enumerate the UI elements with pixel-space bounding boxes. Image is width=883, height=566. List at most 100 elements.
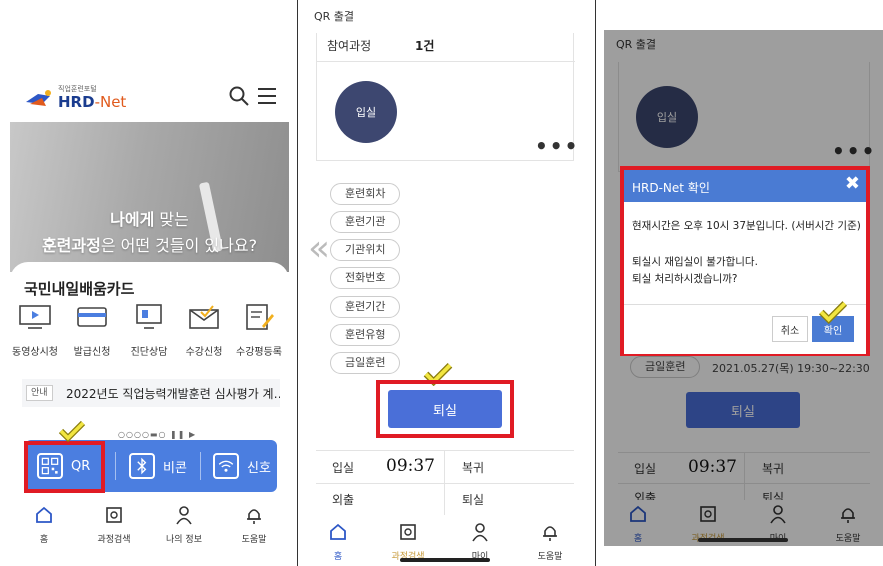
tab-course-search[interactable]: 과정검색: [378, 522, 438, 562]
tab-help[interactable]: 도움말: [520, 522, 580, 562]
beacon-button[interactable]: 비콘: [129, 452, 187, 480]
dialog-header: HRD-Net 확인 ✖: [624, 170, 866, 202]
menu-label: 수강신청: [185, 347, 223, 358]
divider: [115, 452, 116, 480]
dialog-warning-text: 퇴실시 재입실이 불가합니다.: [632, 256, 758, 268]
home-indicator: [698, 538, 788, 542]
card-icon: [77, 307, 107, 327]
tab-label: 과정검색: [97, 535, 131, 545]
search-icon[interactable]: [228, 85, 250, 107]
bluetooth-icon: [129, 453, 155, 479]
more-options-icon[interactable]: •••: [535, 136, 579, 156]
participation-label: 참여과정: [327, 39, 372, 53]
bell-icon: [543, 526, 557, 541]
tab-home[interactable]: 홈: [14, 505, 74, 545]
menu-label: 수강평등록: [236, 347, 282, 358]
cancel-button[interactable]: 취소: [772, 316, 808, 342]
checkin-status-circle: 입실: [335, 81, 397, 143]
checkout-label: 퇴실: [462, 493, 485, 507]
bottom-tab-bar: 홈 과정검색 나의 정보 도움말: [0, 505, 297, 555]
menu-card-apply[interactable]: 발급신청: [63, 302, 121, 358]
app-home-screen: 직업훈련포털 HRD-Net 나에게 맞는 훈련과정은 어떤 것들이 있나요? …: [0, 0, 297, 566]
menu-review[interactable]: 수강평등록: [230, 302, 288, 358]
return-label: 복귀: [462, 461, 485, 475]
pager-dots: ○○○○▬○: [118, 430, 167, 439]
info-pill: 전화번호: [330, 267, 401, 289]
tab-label: 나의 정보: [166, 535, 202, 545]
beacon-label: 비콘: [163, 460, 187, 476]
signal-label: 신호: [247, 460, 271, 476]
notice-tag: 안내: [26, 385, 53, 401]
checkin-label: 입실: [332, 461, 355, 475]
tab-course-search[interactable]: 과정검색: [84, 505, 144, 545]
search-doc-icon: [400, 524, 416, 540]
card-title: 국민내일배움카드: [24, 280, 135, 298]
info-pill: 훈련회차: [330, 183, 401, 205]
home-icon: [36, 506, 52, 523]
hero-banner[interactable]: 나에게 맞는 훈련과정은 어떤 것들이 있나요?: [10, 122, 289, 272]
mail-check-icon: [189, 305, 219, 329]
tab-home[interactable]: 홈: [308, 522, 368, 562]
checkmark-icon: [818, 301, 848, 324]
hero-text-line1: 나에게 맞는: [110, 210, 189, 229]
tab-label: 도움말: [241, 535, 267, 545]
tab-label: 홈: [333, 552, 343, 562]
tab-label: 홈: [39, 535, 49, 545]
wifi-icon: [213, 453, 239, 479]
home-indicator: [400, 558, 490, 562]
checkin-time: 09:37: [386, 456, 435, 476]
screenshot-frame: 직업훈련포털 HRD-Net 나에게 맞는 훈련과정은 어떤 것들이 있나요? …: [0, 0, 883, 566]
edit-icon: [246, 304, 274, 330]
menu-label: 진단상담: [130, 347, 168, 358]
dialog-question-text: 퇴실 처리하시겠습니까?: [632, 273, 738, 285]
carousel-pager[interactable]: ○○○○▬○ ❚❚ ▶: [118, 430, 196, 439]
course-summary-box: 참여과정 1건 입실 •••: [316, 33, 577, 161]
checkout-confirm-screen: QR 출결 입실 ••• 금일훈련 2021.05.27(목) 19:30~22…: [604, 0, 883, 566]
search-doc-icon: [106, 507, 122, 523]
tab-help[interactable]: 도움말: [224, 505, 284, 545]
notice-banner[interactable]: 안내 2022년도 직업능력개발훈련 심사평가 계…: [22, 379, 280, 407]
play-icon[interactable]: ▶: [189, 430, 196, 439]
pause-icon[interactable]: ❚❚: [170, 430, 185, 439]
person-icon: [176, 506, 192, 525]
outing-label: 외출: [332, 493, 355, 507]
close-icon[interactable]: ✖: [845, 173, 860, 194]
logo-name: HRD-Net: [58, 93, 127, 111]
hrd-net-logo[interactable]: 직업훈련포털 HRD-Net: [24, 84, 144, 112]
monitor-icon: [136, 304, 162, 329]
home-icon: [330, 523, 346, 540]
info-pill: 훈련기관: [330, 211, 401, 233]
panel-separator: [595, 0, 596, 566]
signal-button[interactable]: 신호: [213, 452, 271, 480]
chevron-left-icon[interactable]: «: [308, 228, 330, 269]
bell-icon: [247, 509, 261, 524]
tab-label: 도움말: [537, 552, 563, 562]
checkout-button[interactable]: 퇴실: [388, 390, 502, 428]
tab-my[interactable]: 마이: [450, 522, 510, 562]
checkmark-icon: [58, 420, 86, 442]
info-pill: 금일훈련: [330, 352, 401, 374]
qr-attendance-screen: QR 출결 참여과정 1건 입실 ••• « 훈련회차 훈련기관 기관위치 전화…: [298, 0, 595, 566]
menu-label: 발급신청: [73, 347, 111, 358]
person-icon: [472, 523, 488, 542]
menu-enroll[interactable]: 수강신청: [175, 302, 233, 358]
divider: [316, 483, 574, 484]
menu-diagnosis[interactable]: 진단상담: [120, 302, 178, 358]
dialog-time-text: 현재시간은 오후 10시 37분입니다. (서버시간 기준): [632, 220, 861, 232]
confirm-dialog: HRD-Net 확인 ✖ 현재시간은 오후 10시 37분입니다. (서버시간 …: [624, 170, 866, 354]
dialog-title: HRD-Net 확인: [632, 181, 710, 195]
hamburger-menu-icon[interactable]: [256, 85, 278, 107]
menu-video[interactable]: 동영상시청: [6, 302, 64, 358]
video-icon: [19, 305, 51, 329]
tab-my-info[interactable]: 나의 정보: [154, 505, 214, 545]
divider: [200, 452, 201, 480]
info-pill: 훈련유형: [330, 324, 401, 346]
qr-highlight-box: [24, 441, 105, 493]
info-pill: 훈련기간: [330, 296, 401, 318]
attendance-grid: 입실 09:37 복귀 외출 퇴실: [316, 450, 574, 515]
logo-mark-icon: [26, 90, 51, 106]
menu-label: 동영상시청: [12, 347, 58, 358]
info-pill: 기관위치: [330, 239, 401, 261]
hero-text-line2: 훈련과정은 어떤 것들이 있나요?: [41, 236, 258, 255]
participation-value: 1건: [415, 39, 435, 53]
